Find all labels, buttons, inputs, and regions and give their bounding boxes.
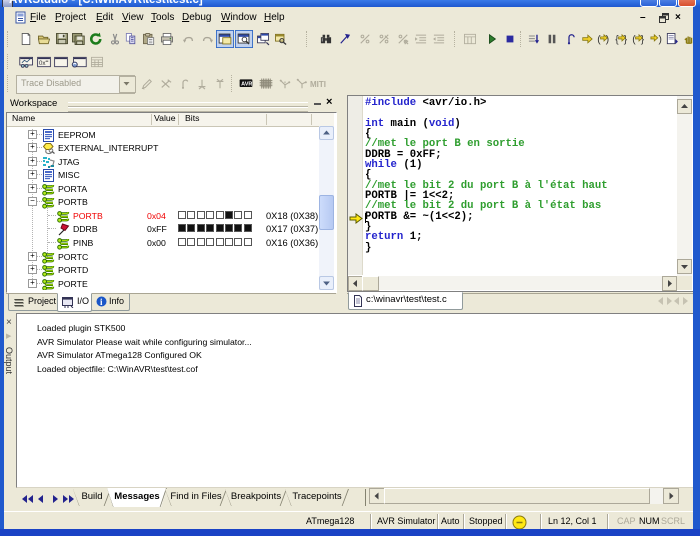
svg-text:0x: 0x <box>39 60 47 67</box>
svg-text:AVR: AVR <box>241 81 252 87</box>
svg-text:(: ( <box>632 34 636 45</box>
svg-text:): ) <box>606 34 609 45</box>
svg-text:): ) <box>659 34 662 45</box>
svg-text:{: { <box>615 34 619 45</box>
svg-text:}: } <box>624 34 628 45</box>
svg-text:(: ( <box>597 34 601 45</box>
svg-text:}: } <box>641 34 645 45</box>
